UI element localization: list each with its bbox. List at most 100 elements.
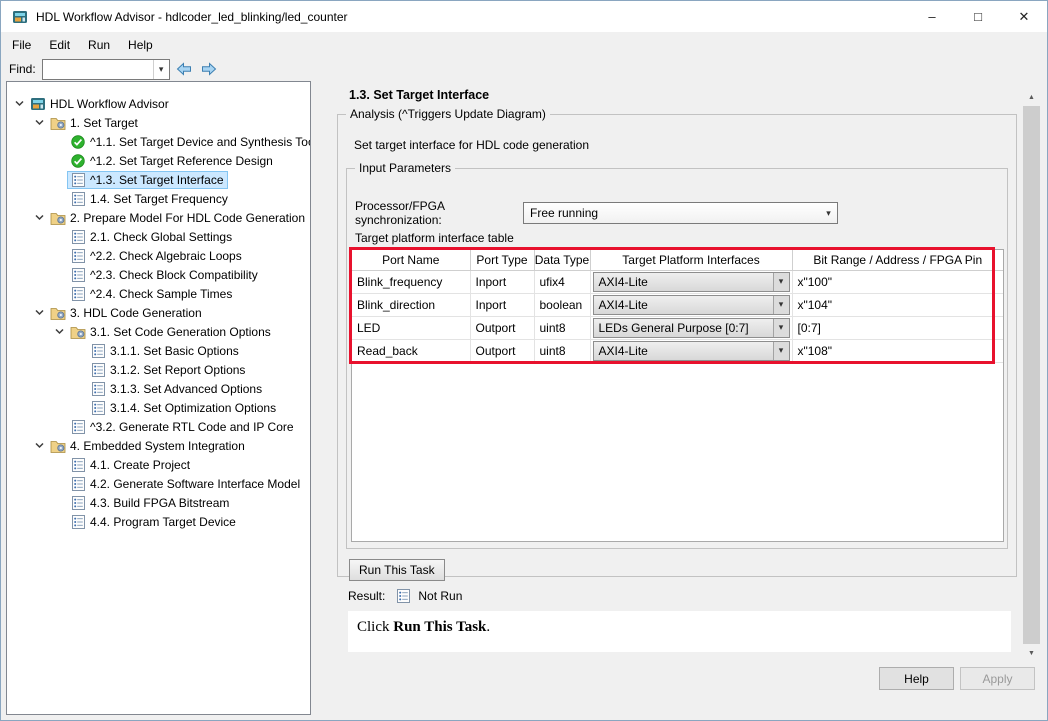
scroll-down-icon[interactable]: ▼	[1023, 645, 1040, 662]
tree-item[interactable]: ^2.2. Check Algebraic Loops	[7, 246, 310, 265]
window-controls: – □ ✕	[909, 1, 1047, 32]
close-button[interactable]: ✕	[1001, 1, 1047, 32]
tree-item-label: 2. Prepare Model For HDL Code Generation	[70, 211, 305, 225]
target-interface-value: AXI4-Lite	[594, 344, 773, 358]
interface-table-row: Blink_frequencyInportufix4AXI4-Lite▾x"10…	[352, 270, 1003, 293]
arrow-left-icon	[176, 62, 192, 76]
tree-item[interactable]: HDL Workflow Advisor	[7, 94, 310, 113]
tree-item-label: 4.2. Generate Software Interface Model	[90, 477, 300, 491]
chevron-down-icon[interactable]	[11, 97, 27, 111]
tree-item[interactable]: 3.1.4. Set Optimization Options	[7, 398, 310, 417]
sync-dropdown[interactable]: Free running ▾	[523, 202, 838, 224]
task-icon	[90, 344, 106, 358]
tree-item-label: ^1.2. Set Target Reference Design	[90, 154, 273, 168]
menu-help[interactable]: Help	[119, 34, 162, 56]
menu-edit[interactable]: Edit	[40, 34, 79, 56]
task-icon	[70, 268, 86, 282]
tree-item[interactable]: ^1.1. Set Target Device and Synthesis To…	[7, 132, 310, 151]
chevron-down-icon[interactable]	[31, 116, 47, 130]
chevron-spacer	[71, 344, 87, 358]
run-this-task-button[interactable]: Run This Task	[349, 559, 445, 581]
minimize-button[interactable]: –	[909, 1, 955, 32]
tree-item[interactable]: 3. HDL Code Generation	[7, 303, 310, 322]
task-icon	[70, 192, 86, 206]
tree-item-label: 2.1. Check Global Settings	[90, 230, 232, 244]
tree-item-label: ^1.3. Set Target Interface	[90, 173, 224, 187]
tree-item[interactable]: 3.1.1. Set Basic Options	[7, 341, 310, 360]
tree-item[interactable]: 2. Prepare Model For HDL Code Generation	[7, 208, 310, 227]
tree-item[interactable]: ^2.4. Check Sample Times	[7, 284, 310, 303]
apply-button[interactable]: Apply	[960, 667, 1035, 690]
find-input[interactable]	[43, 61, 153, 78]
tree-item[interactable]: 1. Set Target	[7, 113, 310, 132]
help-button[interactable]: Help	[879, 667, 954, 690]
chevron-down-icon[interactable]: ▾	[153, 60, 169, 79]
target-interface-cell: LEDs General Purpose [0:7]▾	[590, 316, 792, 339]
find-bar: Find: ▾	[1, 57, 1047, 81]
target-interface-dropdown[interactable]: AXI4-Lite▾	[593, 341, 790, 361]
instruction-report: Click Run This Task.	[348, 611, 1011, 652]
table-header-row: Port Name Port Type Data Type Target Pla…	[352, 250, 1003, 270]
find-combobox[interactable]: ▾	[42, 59, 170, 80]
chevron-down-icon[interactable]	[31, 439, 47, 453]
sync-dropdown-value: Free running	[524, 206, 820, 220]
tree-item[interactable]: 3.1. Set Code Generation Options	[7, 322, 310, 341]
target-interface-cell: AXI4-Lite▾	[590, 293, 792, 316]
workflow-tree: HDL Workflow Advisor1. Set Target ^1.1. S…	[6, 81, 311, 715]
chevron-down-icon: ▾	[773, 273, 789, 291]
task-icon	[70, 230, 86, 244]
target-interface-dropdown[interactable]: AXI4-Lite▾	[593, 295, 790, 315]
chevron-spacer	[51, 477, 67, 491]
tree-item[interactable]: 4. Embedded System Integration	[7, 436, 310, 455]
instruction-suffix: .	[486, 619, 490, 635]
tree-item[interactable]: 1.4. Set Target Frequency	[7, 189, 310, 208]
tree-item[interactable]: ^3.2. Generate RTL Code and IP Core	[7, 417, 310, 436]
menu-run[interactable]: Run	[79, 34, 119, 56]
analysis-groupbox: Analysis (^Triggers Update Diagram) Set …	[337, 107, 1017, 577]
tree-item[interactable]: 3.1.2. Set Report Options	[7, 360, 310, 379]
bit-range-cell: [0:7]	[792, 316, 1003, 339]
col-header-port-name: Port Name	[352, 250, 470, 270]
tree-item[interactable]: 4.1. Create Project	[7, 455, 310, 474]
title-bar: HDL Workflow Advisor - hdlcoder_led_blin…	[1, 1, 1047, 32]
target-interface-dropdown[interactable]: LEDs General Purpose [0:7]▾	[593, 318, 790, 338]
scrollbar-thumb[interactable]	[1023, 106, 1040, 644]
tree-item[interactable]: 2.1. Check Global Settings	[7, 227, 310, 246]
interface-table-label: Target platform interface table	[355, 231, 514, 245]
chevron-spacer	[51, 173, 67, 187]
tree-item[interactable]: 3.1.3. Set Advanced Options	[7, 379, 310, 398]
dialog-buttons: Help Apply	[879, 667, 1035, 690]
chevron-spacer	[51, 268, 67, 282]
chevron-spacer	[51, 458, 67, 472]
tree-item[interactable]: 4.4. Program Target Device	[7, 512, 310, 531]
tree-item[interactable]: ^2.3. Check Block Compatibility	[7, 265, 310, 284]
port-type-cell: Outport	[470, 339, 534, 362]
task-icon	[70, 249, 86, 263]
task-icon	[90, 401, 106, 415]
tree-item[interactable]: ^1.2. Set Target Reference Design	[7, 151, 310, 170]
analysis-legend: Analysis (^Triggers Update Diagram)	[346, 107, 550, 121]
task-description: Set target interface for HDL code genera…	[354, 138, 589, 152]
find-label: Find:	[9, 62, 36, 76]
task-icon	[70, 496, 86, 510]
chevron-down-icon[interactable]	[51, 325, 67, 339]
vertical-scrollbar: ▲ ▼	[1023, 89, 1040, 662]
scroll-up-icon[interactable]: ▲	[1023, 89, 1040, 106]
target-platform-interface-table: Port Name Port Type Data Type Target Pla…	[351, 249, 1004, 542]
tree-item-label: ^2.3. Check Block Compatibility	[90, 268, 258, 282]
menu-bar: File Edit Run Help	[1, 32, 1047, 57]
chevron-down-icon[interactable]	[31, 211, 47, 225]
target-interface-dropdown[interactable]: AXI4-Lite▾	[593, 272, 790, 292]
tree-item[interactable]: ^1.3. Set Target Interface	[7, 170, 310, 189]
find-next-button[interactable]	[198, 60, 220, 79]
tree-item[interactable]: 4.2. Generate Software Interface Model	[7, 474, 310, 493]
chevron-down-icon[interactable]	[31, 306, 47, 320]
find-previous-button[interactable]	[173, 60, 195, 79]
tree-item-label: ^1.1. Set Target Device and Synthesis To…	[90, 135, 311, 149]
check-icon	[70, 154, 86, 168]
maximize-button[interactable]: □	[955, 1, 1001, 32]
tree-item[interactable]: 4.3. Build FPGA Bitstream	[7, 493, 310, 512]
menu-file[interactable]: File	[3, 34, 40, 56]
task-icon	[70, 287, 86, 301]
arrow-right-icon	[201, 62, 217, 76]
